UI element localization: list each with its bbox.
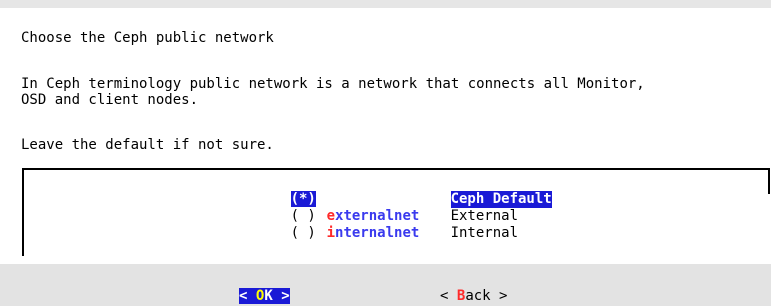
dialog-hint: Leave the default if not sure. (21, 137, 274, 153)
back-label-rest: ack (465, 288, 491, 304)
radio-tag-rest: nternalnet (335, 225, 420, 241)
radio-description[interactable]: Internal (451, 225, 518, 242)
ok-right-bracket: > (281, 288, 290, 304)
radio-item-internalnet[interactable]: ( ) internalnet Internal (240, 208, 552, 241)
dialog-description-line-1: In Ceph terminology public network is a … (21, 76, 645, 92)
dialog-description-line-2: OSD and client nodes. (21, 92, 199, 108)
radio-item-externalnet[interactable]: ( ) externalnet External (240, 191, 552, 224)
list-border-bottom-left (22, 246, 24, 256)
back-button[interactable]: < Back > (440, 288, 507, 305)
radio-item-ceph-default[interactable]: (*) Ceph Default (240, 174, 552, 208)
back-right-bracket: > (499, 288, 508, 304)
top-shadow (0, 0, 771, 8)
ok-button[interactable]: < OK > (239, 288, 290, 305)
radio-list-items: (*) Ceph Default ( ) externalnet External (… (240, 174, 552, 241)
list-border-right (768, 170, 770, 194)
button-bar: < OK > < Back > (0, 264, 771, 306)
radio-marker[interactable]: ( ) (291, 225, 327, 242)
radio-list: (*) Ceph Default ( ) externalnet External (… (22, 168, 770, 256)
radio-tag-hotkey: i (326, 225, 336, 241)
dialog-prompt: Choose the Ceph public network (21, 30, 274, 46)
radio-tag[interactable]: internalnet (327, 225, 451, 242)
ok-label-rest: K (264, 288, 273, 304)
